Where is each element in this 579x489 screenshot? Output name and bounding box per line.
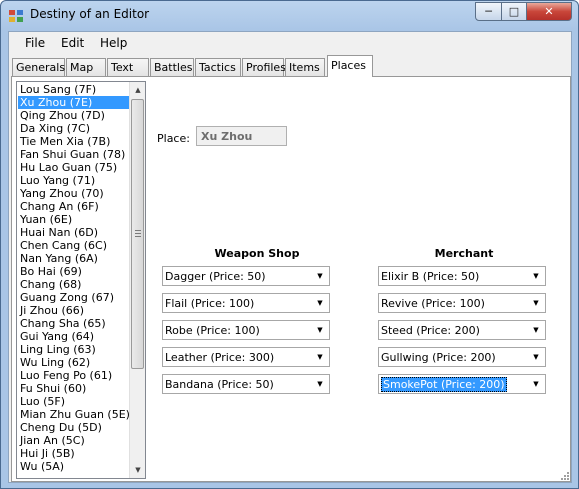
merchant-item-dropdown[interactable]: Elixir B (Price: 50) ▼ [378,266,546,286]
place-list-item[interactable]: Luo Yang (71) [18,174,130,187]
merchant-header: Merchant [434,247,494,260]
place-list-item[interactable]: Da Xing (7C) [18,122,130,135]
place-list-item[interactable]: Huai Nan (6D) [18,226,130,239]
tab-places[interactable]: Places [327,55,373,77]
weapon-shop-item-dropdown[interactable]: Bandana (Price: 50) ▼ [162,374,330,394]
maximize-button[interactable]: □ [501,2,527,21]
weapon-shop-item-dropdown[interactable]: Robe (Price: 100) ▼ [162,320,330,340]
weapon-shop-item-dropdown[interactable]: Dagger (Price: 50) ▼ [162,266,330,286]
dropdown-value: Revive (Price: 100) [381,297,485,310]
place-list-item[interactable]: Chen Cang (6C) [18,239,130,252]
dropdown-value: Flail (Price: 100) [165,297,255,310]
place-list-item[interactable]: Guang Zong (67) [18,291,130,304]
place-list-item[interactable]: Gui Yang (64) [18,330,130,343]
place-list-item[interactable]: Wu (5A) [18,460,130,473]
window-title: Destiny of an Editor [30,7,150,21]
place-list-item[interactable]: Luo Feng Po (61) [18,369,130,382]
place-list-item[interactable]: Nan Yang (6A) [18,252,130,265]
chevron-down-icon[interactable]: ▼ [529,350,543,364]
menu-file[interactable]: File [25,36,45,50]
list-scrollbar[interactable]: ▲ ▼ [129,82,145,478]
dropdown-value: SmokePot (Price: 200) [381,377,507,392]
menu-help[interactable]: Help [100,36,127,50]
place-list-item[interactable]: Wu Ling (62) [18,356,130,369]
places-listbox[interactable]: Lou Sang (7F) Xu Zhou (7E) Qing Zhou (7D) D… [16,81,146,479]
tab-strip: Generals Map Text Battles Tactics Profil… [9,54,571,77]
dropdown-value: Gullwing (Price: 200) [381,351,496,364]
place-list-item[interactable]: Yuan (6E) [18,213,130,226]
place-list-item[interactable]: Fu Shui (60) [18,382,130,395]
place-list-item[interactable]: Ling Ling (63) [18,343,130,356]
menu-bar: File Edit Help [9,32,571,54]
place-list-item[interactable]: Chang (68) [18,278,130,291]
place-list-item[interactable]: Bo Hai (69) [18,265,130,278]
weapon-shop-item-dropdown[interactable]: Leather (Price: 300) ▼ [162,347,330,367]
dropdown-value: Robe (Price: 100) [165,324,260,337]
chevron-down-icon[interactable]: ▼ [529,377,543,391]
merchant-item-dropdown[interactable]: SmokePot (Price: 200) ▼ [378,374,546,394]
place-label: Place: [157,132,190,145]
chevron-down-icon[interactable]: ▼ [529,296,543,310]
scroll-up-arrow-icon[interactable]: ▲ [130,82,145,98]
place-list-item[interactable]: Lou Sang (7F) [18,83,130,96]
menu-edit[interactable]: Edit [61,36,84,50]
place-list-item[interactable]: Cheng Du (5D) [18,421,130,434]
close-button[interactable]: ✕ [526,2,572,21]
chevron-down-icon[interactable]: ▼ [313,269,327,283]
weapon-shop-item-dropdown[interactable]: Flail (Price: 100) ▼ [162,293,330,313]
chevron-down-icon[interactable]: ▼ [313,350,327,364]
tab-profiles[interactable]: Profiles [242,58,286,76]
minimize-button[interactable]: ─ [475,2,502,21]
tab-tactics[interactable]: Tactics [195,58,241,76]
chevron-down-icon[interactable]: ▼ [313,323,327,337]
maximize-icon: □ [508,5,520,18]
tab-items[interactable]: Items [285,58,325,76]
place-list-item[interactable]: Hu Lao Guan (75) [18,161,130,174]
tab-text[interactable]: Text [107,58,149,76]
places-tab-page: Lou Sang (7F) Xu Zhou (7E) Qing Zhou (7D) D… [11,76,571,482]
dropdown-value: Steed (Price: 200) [381,324,480,337]
dropdown-value: Dagger (Price: 50) [165,270,266,283]
chevron-down-icon[interactable]: ▼ [529,323,543,337]
scroll-thumb[interactable] [131,99,144,369]
place-list-item[interactable]: Jian An (5C) [18,434,130,447]
place-list-item[interactable]: Chang An (6F) [18,200,130,213]
dropdown-value: Leather (Price: 300) [165,351,275,364]
dropdown-value: Bandana (Price: 50) [165,378,274,391]
place-list-item[interactable]: Ji Zhou (66) [18,304,130,317]
place-list-item[interactable]: Qing Zhou (7D) [18,109,130,122]
place-list-item[interactable]: Chang Sha (65) [18,317,130,330]
place-list-item[interactable]: Yang Zhou (70) [18,187,130,200]
chevron-down-icon[interactable]: ▼ [529,269,543,283]
dropdown-value: Elixir B (Price: 50) [381,270,480,283]
tab-map[interactable]: Map [66,58,106,76]
place-list-item[interactable]: Fan Shui Guan (78) [18,148,130,161]
merchant-item-dropdown[interactable]: Steed (Price: 200) ▼ [378,320,546,340]
chevron-down-icon[interactable]: ▼ [313,377,327,391]
scroll-down-arrow-icon[interactable]: ▼ [130,462,145,478]
merchant-item-dropdown[interactable]: Revive (Price: 100) ▼ [378,293,546,313]
place-list-item[interactable]: Hui Ji (5B) [18,447,130,460]
tab-battles[interactable]: Battles [150,58,194,76]
client-area: File Edit Help Generals Map Text Battles… [8,31,572,483]
resize-grip-icon[interactable] [560,471,570,481]
chevron-down-icon[interactable]: ▼ [313,296,327,310]
places-list: Lou Sang (7F) Xu Zhou (7E) Qing Zhou (7D) D… [18,83,130,473]
app-window: Destiny of an Editor ─ □ ✕ File Edit Hel… [0,0,579,489]
title-bar[interactable]: Destiny of an Editor ─ □ ✕ [1,1,578,31]
place-name-field[interactable]: Xu Zhou [196,126,287,146]
place-list-item[interactable]: Xu Zhou (7E) [18,96,130,109]
place-list-item[interactable]: Tie Men Xia (7B) [18,135,130,148]
place-list-item[interactable]: Mian Zhu Guan (5E) [18,408,130,421]
weapon-shop-header: Weapon Shop [214,247,300,260]
app-icon [9,10,23,22]
tab-generals[interactable]: Generals [12,58,65,76]
place-list-item[interactable]: Luo (5F) [18,395,130,408]
merchant-item-dropdown[interactable]: Gullwing (Price: 200) ▼ [378,347,546,367]
minimize-icon: ─ [485,5,492,18]
close-icon: ✕ [544,5,554,18]
